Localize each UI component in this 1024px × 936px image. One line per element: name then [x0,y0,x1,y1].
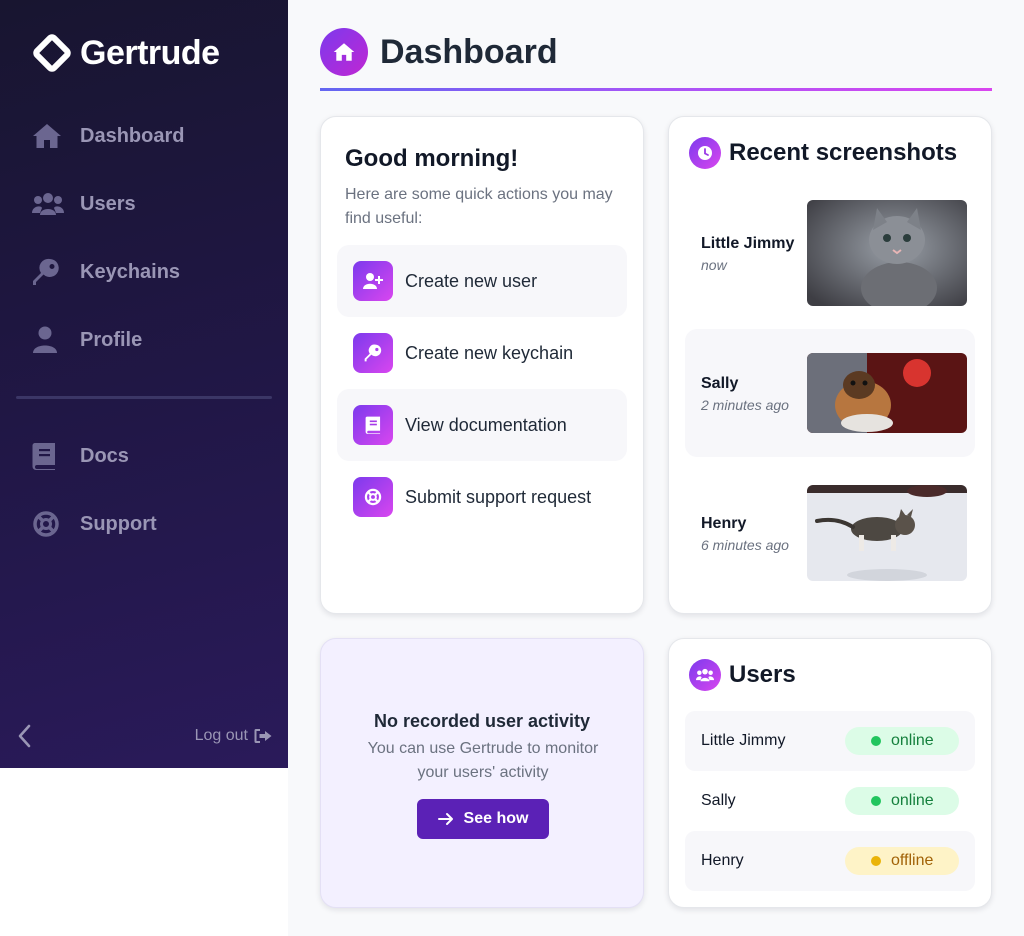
home-icon [320,28,368,76]
user-activity-card: No recorded user activity You can use Ge… [320,638,644,908]
status-badge: online [845,787,959,815]
user-plus-icon [353,261,393,301]
screenshot-thumbnail[interactable] [807,353,967,433]
lifebuoy-icon [32,509,66,539]
recent-screenshots-card: Recent screenshots Little Jimmy now Sall… [668,116,992,614]
status-label: offline [891,852,934,869]
sidebar-item-label: Docs [80,444,129,467]
sidebar-item-keychains[interactable]: Keychains [32,254,180,290]
sidebar-item-users[interactable]: Users [32,186,136,222]
user-name: Sally [701,792,736,809]
user-row[interactable]: Sally online [685,771,975,831]
main-content: Dashboard Good morning! Here are some qu… [288,0,1024,936]
screenshot-item[interactable]: Henry 6 minutes ago [685,469,975,597]
logout-button[interactable]: Log out [195,724,272,748]
screenshot-item[interactable]: Sally 2 minutes ago [685,329,975,457]
screenshot-time: 2 minutes ago [701,397,789,413]
greeting-title: Good morning! [345,145,519,172]
sidebar: Gertrude Dashboard Users Keychains Profi… [0,0,288,768]
screenshot-item[interactable]: Little Jimmy now [685,189,975,317]
logout-label: Log out [194,727,248,744]
status-dot [871,736,881,746]
sidebar-item-support[interactable]: Support [32,506,157,542]
sidebar-item-label: Support [80,512,157,535]
sidebar-divider [16,396,272,399]
gertrude-logo-icon [33,34,71,72]
screenshots-title: Recent screenshots [729,139,958,166]
status-label: online [891,732,934,749]
users-header: Users [689,659,796,691]
screenshots-header: Recent screenshots [689,137,957,169]
activity-empty-subtitle: You can use Gertrude to monitor your use… [367,740,599,781]
arrow-right-icon [437,813,453,825]
quick-actions-card: Good morning! Here are some quick action… [320,116,644,614]
action-label: Create new keychain [405,342,574,363]
action-label: Submit support request [405,486,592,507]
screenshot-thumbnail[interactable] [807,200,967,306]
screenshot-time: 6 minutes ago [701,537,789,553]
sidebar-item-docs[interactable]: Docs [32,438,129,474]
action-label: Create new user [405,270,538,291]
book-icon [32,441,66,471]
key-icon [353,333,393,373]
user-icon [32,325,66,355]
status-label: online [891,792,934,809]
user-name: Henry [701,852,744,869]
sidebar-item-dashboard[interactable]: Dashboard [32,118,184,154]
brand[interactable]: Gertrude [32,32,220,74]
create-user-action[interactable]: Create new user [337,245,627,317]
users-icon [32,189,66,219]
sidebar-item-label: Users [80,192,136,215]
status-badge: offline [845,847,959,875]
page-title: Dashboard [380,32,558,71]
home-icon [32,121,66,151]
users-card: Users Little Jimmy online Sally online H… [668,638,992,908]
sidebar-item-label: Keychains [80,260,181,283]
see-how-label: See how [463,810,529,827]
header-divider [320,88,992,91]
users-title: Users [729,661,796,688]
greeting-subtitle: Here are some quick actions you may find… [345,186,613,227]
submit-support-action[interactable]: Submit support request [337,461,627,533]
screenshot-user-name: Henry [701,515,747,532]
view-documentation-action[interactable]: View documentation [337,389,627,461]
sidebar-item-profile[interactable]: Profile [32,322,142,358]
sidebar-item-label: Profile [80,328,143,351]
sign-out-icon [254,729,272,743]
status-badge: online [845,727,959,755]
status-dot [871,796,881,806]
lifebuoy-icon [353,477,393,517]
action-label: View documentation [405,414,567,435]
key-icon [32,257,66,287]
user-name: Little Jimmy [701,732,786,749]
page-header: Dashboard [320,28,558,76]
screenshot-thumbnail[interactable] [807,485,967,581]
user-row[interactable]: Little Jimmy online [685,711,975,771]
screenshot-user-name: Sally [701,375,739,392]
screenshot-time: now [701,257,727,273]
sidebar-item-label: Dashboard [80,124,185,147]
see-how-button[interactable]: See how [417,799,549,839]
user-row[interactable]: Henry offline [685,831,975,891]
clock-icon [689,137,721,169]
users-icon [689,659,721,691]
screenshot-user-name: Little Jimmy [701,235,795,252]
book-icon [353,405,393,445]
collapse-sidebar-button[interactable] [14,722,38,750]
activity-empty-title: No recorded user activity [373,711,591,731]
status-dot [871,856,881,866]
create-keychain-action[interactable]: Create new keychain [337,317,627,389]
chevron-left-icon [18,724,31,748]
brand-name: Gertrude [80,33,220,72]
